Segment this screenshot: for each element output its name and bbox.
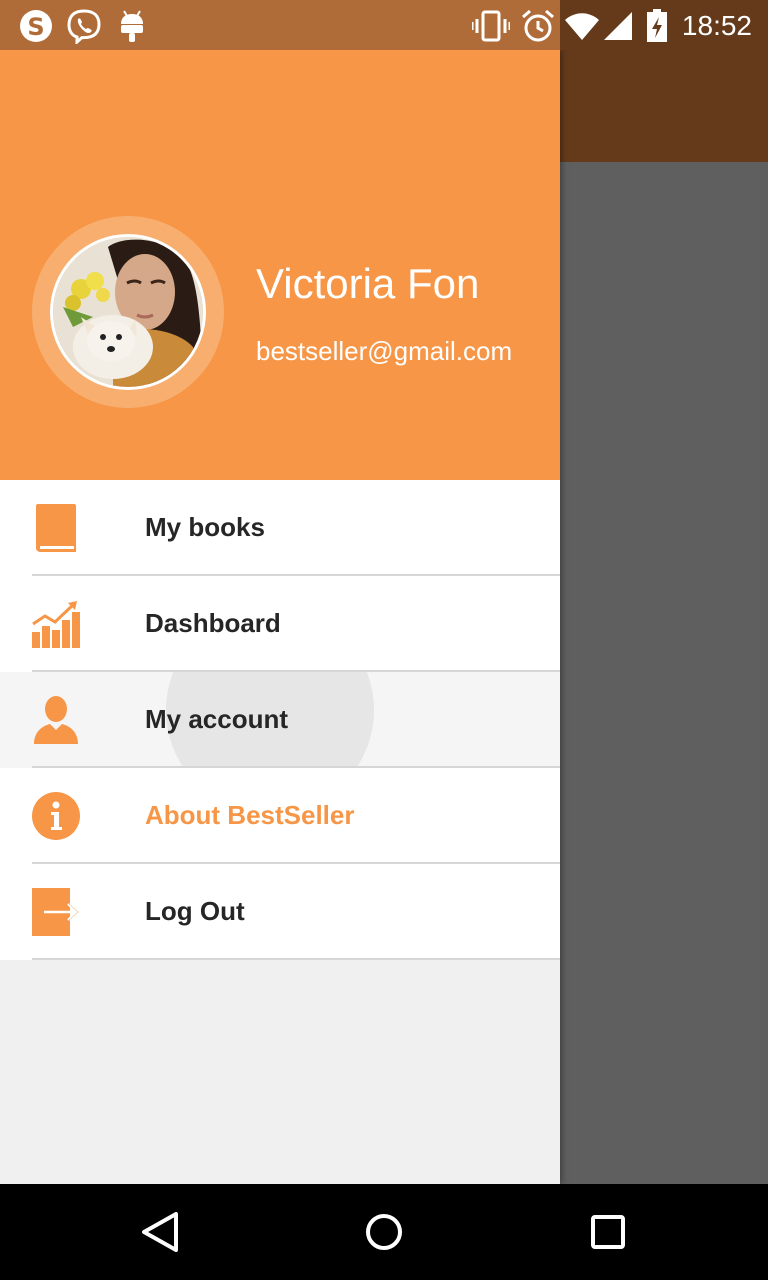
status-bar: S 18:52	[0, 0, 768, 50]
svg-text:S: S	[27, 13, 44, 41]
status-time: 18:52	[681, 10, 752, 41]
android-icon	[118, 8, 146, 49]
avatar[interactable]	[50, 234, 206, 390]
menu-label-dashboard: Dashboard	[145, 608, 281, 638]
menu-item-my-books[interactable]: My books	[0, 480, 560, 576]
menu-label-log-out: Log Out	[145, 896, 245, 926]
menu-divider	[32, 958, 560, 960]
battery-charging-icon	[646, 8, 668, 49]
navigation-drawer: Victoria Fon bestseller@gmail.com My boo…	[0, 50, 560, 1184]
menu-item-my-account[interactable]: My account	[0, 672, 560, 768]
book-icon	[32, 504, 80, 552]
drawer-menu: My books Dashboard My account About Best…	[0, 480, 560, 960]
menu-item-about[interactable]: About BestSeller	[0, 768, 560, 864]
user-email: bestseller@gmail.com	[256, 336, 513, 366]
wifi-icon	[564, 8, 600, 49]
person-icon	[32, 696, 80, 744]
recents-icon[interactable]	[584, 1208, 632, 1256]
avatar-ring	[32, 216, 224, 408]
chart-icon	[32, 600, 80, 648]
alarm-icon	[520, 8, 556, 49]
back-icon[interactable]	[136, 1208, 184, 1256]
viber-icon	[66, 8, 102, 49]
logout-icon	[32, 888, 80, 936]
menu-label-my-account: My account	[145, 704, 289, 734]
screen: S 18:52 Victoria Fon bestseller@gmail.co…	[0, 0, 768, 1280]
menu-item-log-out[interactable]: Log Out	[0, 864, 560, 960]
user-name: Victoria Fon	[256, 260, 480, 307]
menu-label-my-books: My books	[145, 512, 265, 542]
info-icon	[32, 792, 80, 840]
menu-label-about: About BestSeller	[145, 800, 355, 830]
navigation-bar	[0, 1184, 768, 1280]
home-icon[interactable]	[360, 1208, 408, 1256]
vibrate-icon	[470, 8, 512, 49]
signal-icon	[602, 8, 634, 49]
drawer-header: Victoria Fon bestseller@gmail.com	[0, 50, 560, 480]
skype-icon: S	[18, 8, 54, 49]
menu-item-dashboard[interactable]: Dashboard	[0, 576, 560, 672]
